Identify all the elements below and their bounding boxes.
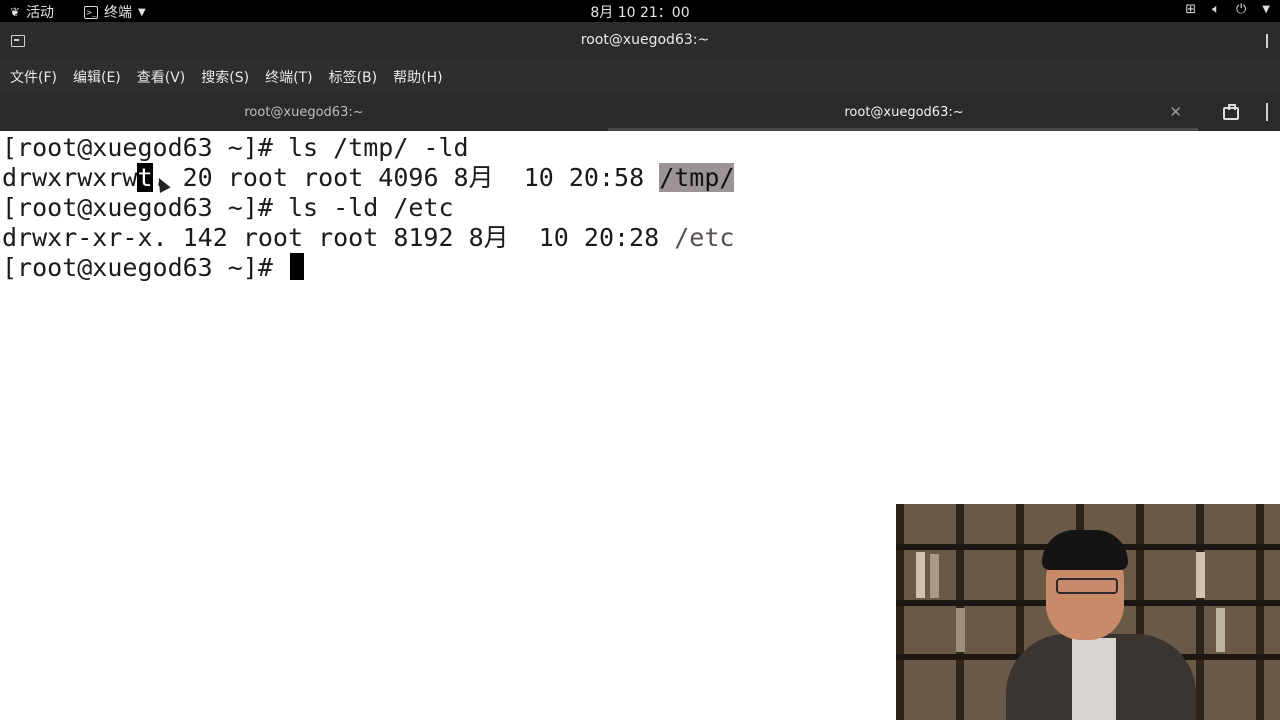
- person-shirt: [1072, 638, 1116, 720]
- book: [1216, 608, 1225, 652]
- terminal-line: drwxr-xr-x. 142 root root 8192 8月 10 20:…: [2, 223, 734, 253]
- person-glasses: [1056, 578, 1118, 594]
- book: [930, 554, 939, 598]
- menu-terminal[interactable]: 终端(T): [265, 67, 312, 87]
- menu-help[interactable]: 帮助(H): [393, 67, 442, 87]
- close-icon[interactable]: ✕: [1169, 103, 1182, 121]
- clock: 8月 10 21：00: [0, 2, 1280, 22]
- menu-bar: 文件(F) 编辑(E) 查看(V) 搜索(S) 终端(T) 标签(B) 帮助(H…: [0, 60, 1280, 93]
- text-cursor: [289, 253, 304, 280]
- prompt-text: [root@xuegod63 ~]#: [2, 253, 288, 282]
- tab-2[interactable]: root@xuegod63:~ ✕: [608, 93, 1200, 131]
- command-text: [root@xuegod63 ~]# ls /tmp/ -ld: [2, 133, 469, 162]
- output-text: drwxrwxrw: [2, 163, 138, 192]
- book: [1196, 552, 1205, 598]
- more-icon[interactable]: [1266, 103, 1272, 121]
- new-tab-icon[interactable]: [1222, 104, 1239, 120]
- book: [916, 552, 925, 598]
- menu-search[interactable]: 搜索(S): [201, 67, 249, 87]
- menu-view[interactable]: 查看(V): [137, 67, 186, 87]
- output-text: drwxr-xr-x. 142 root root 8192 8月 10 20:…: [2, 223, 675, 252]
- menu-tabs[interactable]: 标签(B): [329, 67, 378, 87]
- window-title-bar[interactable]: root@xuegod63:~: [0, 22, 1280, 60]
- window-title: root@xuegod63:~: [580, 32, 710, 48]
- menu-edit[interactable]: 编辑(E): [73, 67, 121, 87]
- tab-1-label: root@xuegod63:~: [244, 104, 364, 120]
- terminal-line: drwxrwxrwt. 20 root root 4096 8月 10 20:5…: [2, 163, 735, 193]
- tab-bar: root@xuegod63:~ root@xuegod63:~ ✕: [0, 93, 1280, 131]
- book: [956, 608, 965, 652]
- clock-label[interactable]: 8月 10 21：00: [590, 2, 689, 22]
- selected-text: t: [137, 163, 153, 192]
- directory-name: /etc: [674, 223, 735, 252]
- output-text: . 20 root root 4096 8月 10 20:58: [152, 163, 660, 192]
- status-area[interactable]: ⊞ 🔈︎ ⏻ ▼: [1185, 2, 1270, 17]
- menu-file[interactable]: 文件(F): [10, 67, 57, 87]
- directory-name: /tmp/: [659, 163, 735, 192]
- volume-icon: 🔈︎: [1212, 2, 1220, 17]
- power-icon: ⏻: [1236, 2, 1247, 17]
- gnome-top-bar: ❦ 活动 >_ 终端 ▼ 8月 10 21：00 ⊞ 🔈︎ ⏻ ▼: [0, 0, 1280, 22]
- terminal-line: [root@xuegod63 ~]# ls -ld /etc: [2, 193, 734, 223]
- command-text: [root@xuegod63 ~]# ls -ld /etc: [2, 193, 454, 222]
- tab-1[interactable]: root@xuegod63:~: [0, 93, 608, 131]
- tab-2-label: root@xuegod63:~: [844, 104, 964, 120]
- terminal-line: [root@xuegod63 ~]# ls /tmp/ -ld: [2, 133, 734, 163]
- caret-down-icon: ▼: [1262, 4, 1270, 15]
- person-hair: [1042, 530, 1128, 570]
- webcam-overlay: [896, 504, 1280, 720]
- network-icon: ⊞: [1185, 2, 1197, 17]
- terminal-line: [root@xuegod63 ~]#: [2, 253, 734, 283]
- window-control[interactable]: [1266, 34, 1278, 48]
